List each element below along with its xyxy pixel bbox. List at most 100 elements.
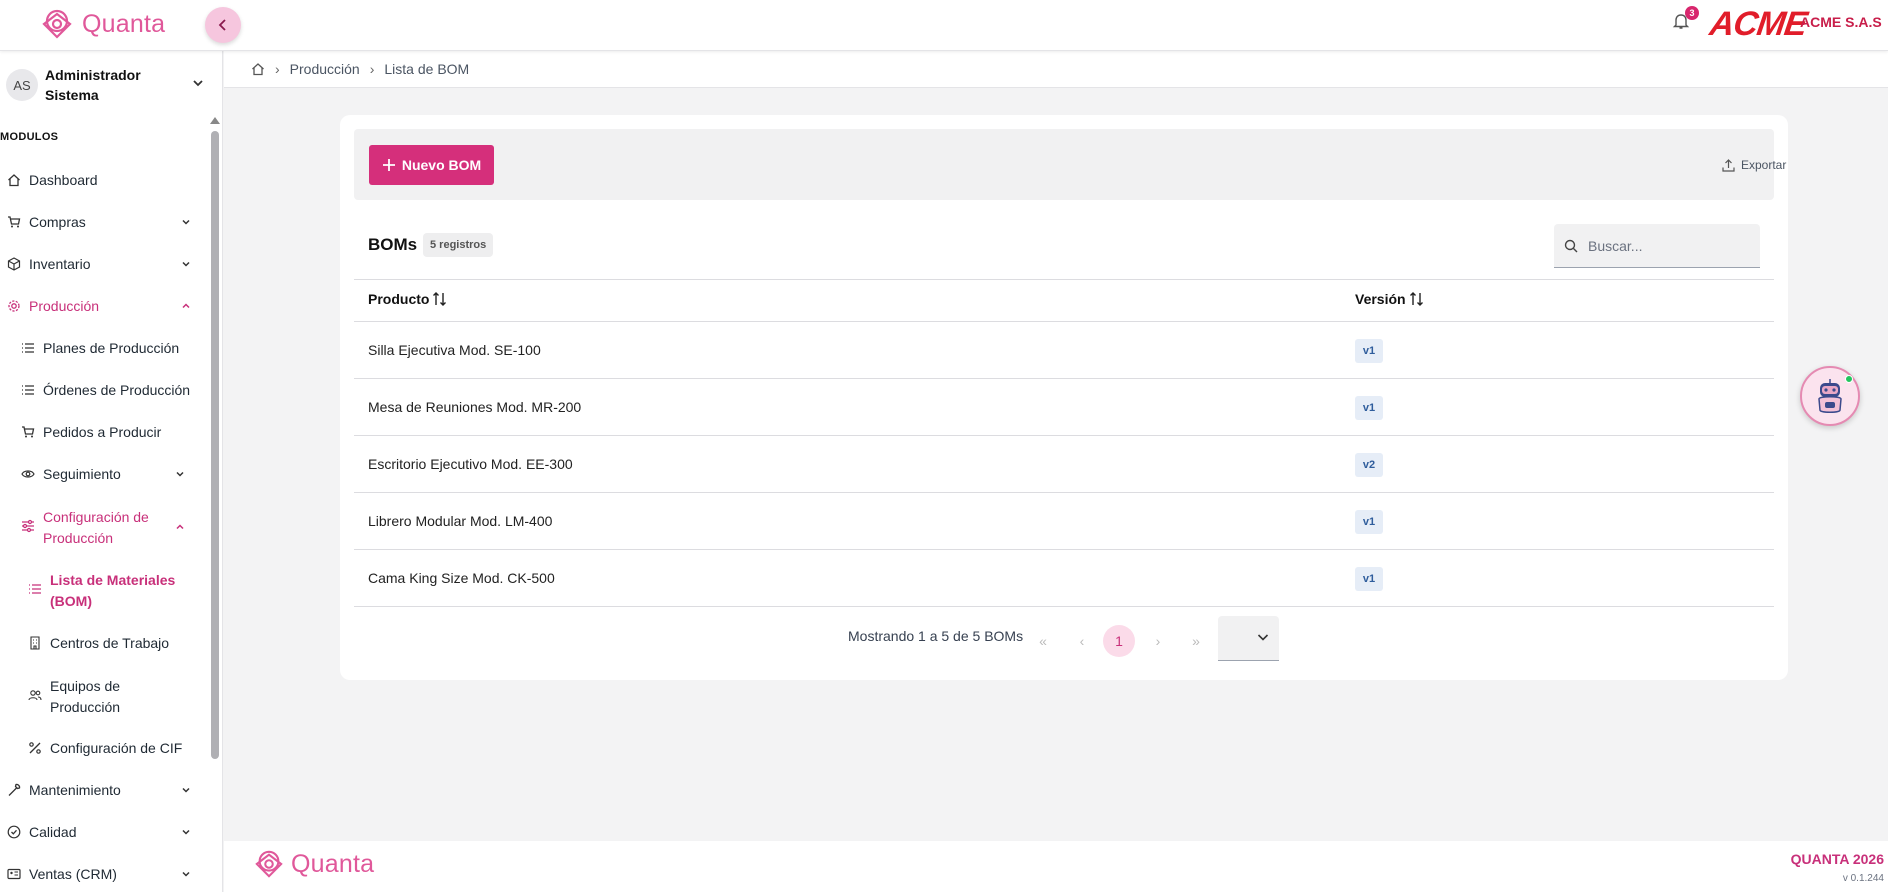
sidebar-item-label: Inventario xyxy=(29,256,91,272)
sidebar-item-seguimiento[interactable]: Seguimiento xyxy=(20,466,196,482)
sidebar-item-centros[interactable]: Centros de Trabajo xyxy=(27,635,169,651)
user-name: Administrador Sistema xyxy=(45,67,141,103)
sidebar-item-label: Configuración de Producción xyxy=(43,509,149,546)
cart-icon xyxy=(6,214,22,230)
last-page-button[interactable]: » xyxy=(1180,625,1212,657)
breadcrumb: › Producción › Lista de BOM xyxy=(224,51,1888,88)
table-row[interactable]: Mesa de Reuniones Mod. MR-200 v1 xyxy=(354,379,1774,436)
pagination-summary: Mostrando 1 a 5 de 5 BOMs xyxy=(848,628,1024,644)
version-badge: v1 xyxy=(1355,510,1383,534)
sidebar-scrollbar[interactable] xyxy=(211,131,219,759)
chevron-down-icon xyxy=(182,219,190,225)
sidebar-item-label: Ventas (CRM) xyxy=(29,866,117,882)
chevron-down-icon xyxy=(182,829,190,835)
column-header-version[interactable]: Versión xyxy=(1355,291,1425,307)
sidebar-item-cif[interactable]: Configuración de CIF xyxy=(27,740,182,756)
sliders-icon xyxy=(20,518,36,534)
sidebar-item-label: Seguimiento xyxy=(43,466,121,482)
column-header-producto[interactable]: Producto xyxy=(368,291,448,307)
breadcrumb-item-produccion[interactable]: Producción xyxy=(290,61,360,77)
id-card-icon xyxy=(6,866,22,882)
chevron-down-icon xyxy=(182,261,190,267)
list-icon xyxy=(27,581,43,597)
sidebar-item-label: Órdenes de Producción xyxy=(43,382,191,398)
modules-section-title: MODULOS xyxy=(0,131,59,143)
quanta-logo-icon xyxy=(255,850,283,878)
cart-icon xyxy=(20,424,36,440)
export-button[interactable]: Exportar xyxy=(1722,158,1786,172)
sidebar-item-compras[interactable]: Compras xyxy=(6,214,196,230)
footer-logo: Quanta xyxy=(253,849,374,879)
list-icon xyxy=(20,382,36,398)
version-badge: v1 xyxy=(1355,567,1383,591)
scrollbar-up-arrow[interactable] xyxy=(210,117,220,124)
version-badge: v1 xyxy=(1355,339,1383,363)
chevron-down-icon xyxy=(176,471,184,477)
app-version: v 0.1.244 xyxy=(1842,873,1884,884)
first-page-button[interactable]: « xyxy=(1027,625,1059,657)
sort-icon xyxy=(1409,292,1423,306)
sidebar-item-produccion[interactable]: Producción xyxy=(6,298,196,314)
chevron-down-icon xyxy=(193,80,203,87)
table-row[interactable]: Librero Modular Mod. LM-400 v1 xyxy=(354,493,1774,550)
box-icon xyxy=(6,256,22,272)
collapse-sidebar-button[interactable] xyxy=(205,7,241,43)
new-bom-button[interactable]: Nuevo BOM xyxy=(369,145,494,185)
company-name: ACME S.A.S xyxy=(1800,14,1882,30)
chevron-left-icon xyxy=(218,19,226,31)
eye-icon xyxy=(20,466,36,482)
table-row[interactable]: Escritorio Ejecutivo Mod. EE-300 v2 xyxy=(354,436,1774,493)
search-icon xyxy=(1564,239,1578,252)
sidebar-item-label: Pedidos a Producir xyxy=(43,424,162,440)
chevron-up-icon xyxy=(182,303,190,309)
search-input[interactable]: Buscar... xyxy=(1554,224,1760,268)
prev-page-button[interactable]: ‹ xyxy=(1066,625,1098,657)
new-bom-label: Nuevo BOM xyxy=(401,157,482,173)
sidebar-item-calidad[interactable]: Calidad xyxy=(6,824,196,840)
product-cell: Librero Modular Mod. LM-400 xyxy=(368,513,553,529)
sidebar-item-planes[interactable]: Planes de Producción xyxy=(20,340,179,356)
sidebar-item-pedidos[interactable]: Pedidos a Producir xyxy=(20,424,161,440)
product-cell: Cama King Size Mod. CK-500 xyxy=(368,570,555,586)
sidebar-item-ordenes[interactable]: Órdenes de Producción xyxy=(20,382,190,398)
sidebar-item-dashboard[interactable]: Dashboard xyxy=(6,172,98,188)
sidebar-item-label: Mantenimiento xyxy=(29,782,121,798)
chevron-down-icon xyxy=(182,871,190,877)
page-button-current[interactable]: 1 xyxy=(1103,625,1135,657)
breadcrumb-separator-icon: › xyxy=(369,61,375,77)
sidebar-item-inventario[interactable]: Inventario xyxy=(6,256,196,272)
sidebar-item-configuracion-produccion[interactable]: Configuración de Producción xyxy=(20,507,196,549)
sidebar-item-equipos[interactable]: Equipos de Producción xyxy=(27,676,170,718)
sort-icon xyxy=(433,292,447,306)
notifications-badge: 3 xyxy=(1685,6,1699,20)
version-badge: v2 xyxy=(1355,453,1383,477)
footer: Quanta QUANTA 2026 v 0.1.244 xyxy=(224,841,1888,892)
next-page-button[interactable]: › xyxy=(1142,625,1174,657)
sidebar-item-mantenimiento[interactable]: Mantenimiento xyxy=(6,782,196,798)
home-icon[interactable] xyxy=(251,62,265,76)
export-label: Exportar xyxy=(1741,158,1787,172)
sidebar-item-label: Configuración de CIF xyxy=(50,740,183,756)
users-icon xyxy=(27,687,43,703)
app-logo[interactable]: Quanta xyxy=(40,8,165,40)
breadcrumb-separator-icon: › xyxy=(275,61,280,77)
building-icon xyxy=(27,635,43,651)
product-cell: Mesa de Reuniones Mod. MR-200 xyxy=(368,399,582,415)
online-status-dot xyxy=(1845,375,1853,383)
list-icon xyxy=(20,340,36,356)
pagination: Mostrando 1 a 5 de 5 BOMs « ‹ 1 › » xyxy=(340,615,1788,665)
toolbar: Nuevo BOM Exportar xyxy=(354,129,1786,200)
footer-app-name: Quanta xyxy=(291,849,375,878)
quanta-logo-icon xyxy=(42,9,72,39)
sidebar-item-lista-bom[interactable]: Lista de Materiales (BOM) xyxy=(27,570,180,612)
table-row[interactable]: Silla Ejecutiva Mod. SE-100 v1 xyxy=(354,322,1774,379)
upload-icon xyxy=(1722,158,1735,172)
breadcrumb-item-current: Lista de BOM xyxy=(384,61,470,77)
rows-per-page-select[interactable] xyxy=(1218,616,1279,661)
sidebar-item-ventas[interactable]: Ventas (CRM) xyxy=(6,866,196,882)
chevron-down-icon xyxy=(182,787,190,793)
table-row[interactable]: Cama King Size Mod. CK-500 v1 xyxy=(354,550,1774,607)
user-menu[interactable]: AS Administrador Sistema xyxy=(6,63,210,107)
column-header-label: Versión xyxy=(1355,291,1406,307)
sidebar-item-label: Equipos de Producción xyxy=(50,678,121,715)
